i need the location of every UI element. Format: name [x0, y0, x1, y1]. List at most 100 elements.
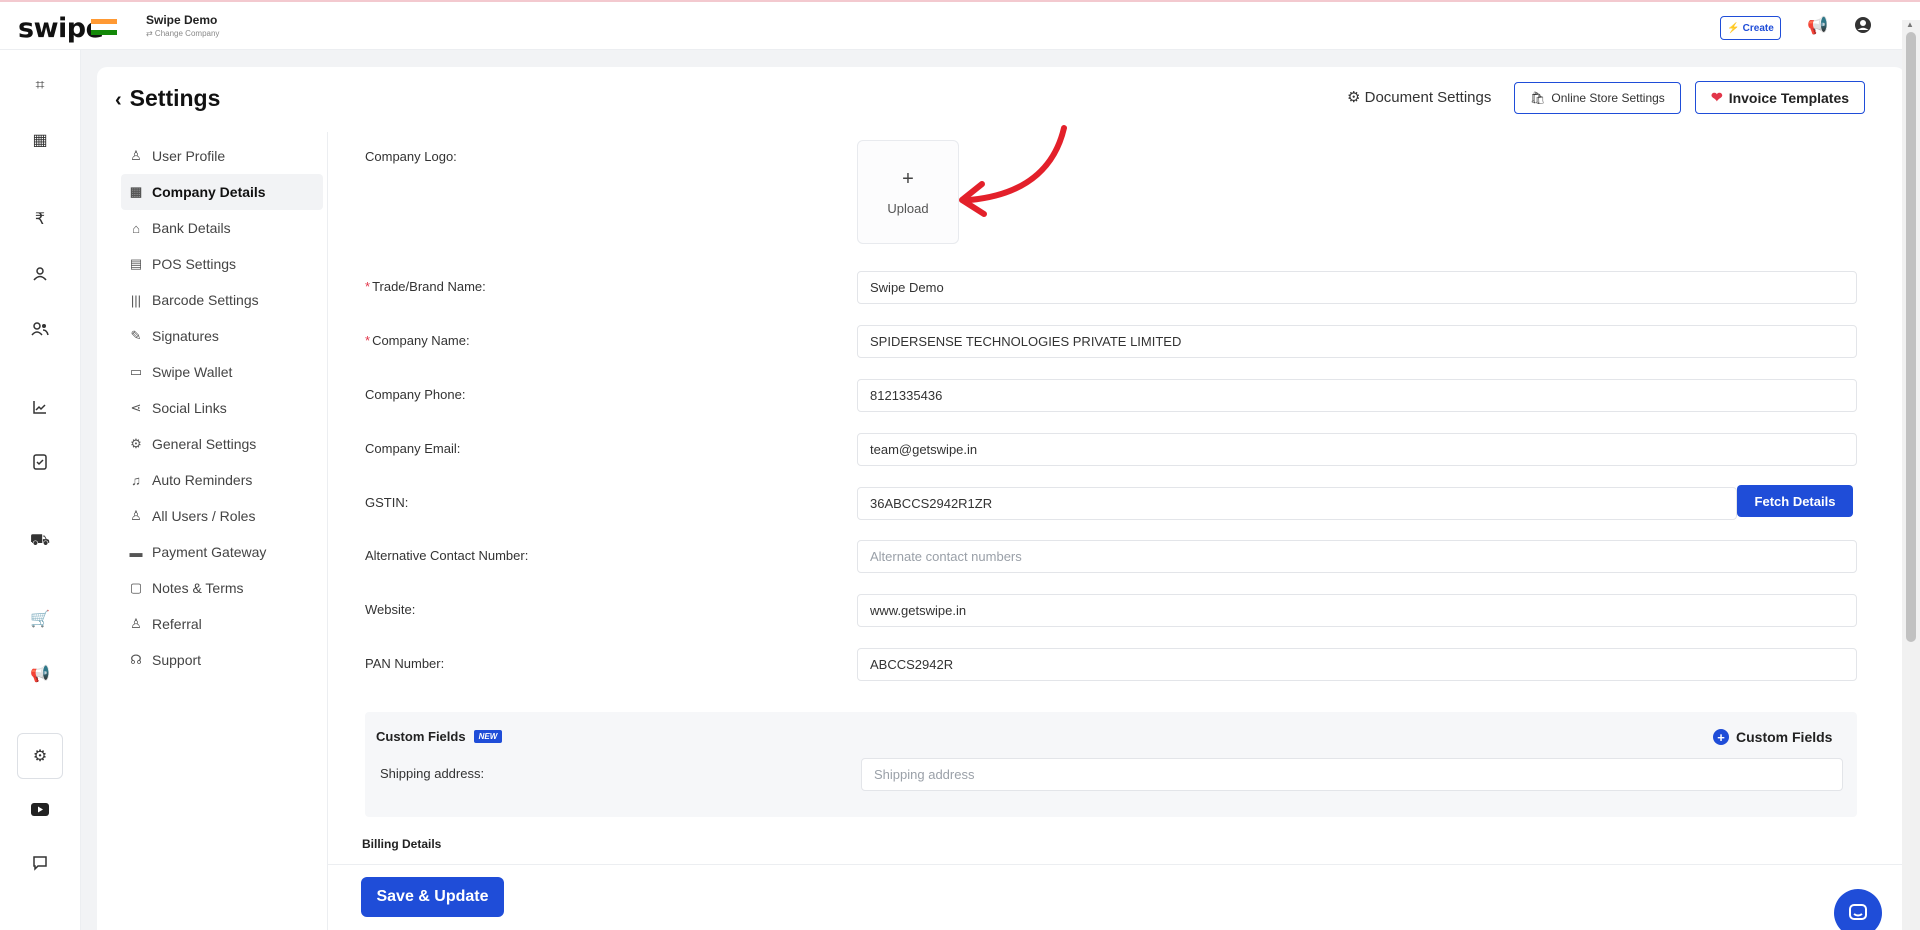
settings-card: ‹ Settings ⚙ Document Settings 🛍 Online St…	[97, 67, 1905, 930]
menu-item-label: Signatures	[152, 328, 219, 344]
menu-item-barcode-settings[interactable]: ||| Barcode Settings	[121, 282, 323, 318]
shipping-address-input[interactable]: Shipping address	[861, 758, 1843, 791]
company-name: Swipe Demo	[146, 13, 218, 27]
analytics-icon[interactable]	[26, 393, 54, 421]
page-scrollbar[interactable]: ▲	[1902, 20, 1920, 930]
settings-menu: ♙ User Profile ▦ Company Details ⌂ Bank Detai…	[121, 138, 323, 678]
menu-item-referral[interactable]: ♙ Referral	[121, 606, 323, 642]
menu-item-all-users-roles[interactable]: ♙ All Users / Roles	[121, 498, 323, 534]
youtube-icon[interactable]	[26, 795, 54, 823]
dashboard-icon[interactable]: ▦	[26, 126, 54, 154]
change-company-link[interactable]: ⇄ Change Company	[146, 29, 219, 38]
top-bar: swipe Swipe Demo ⇄ Change Company ⚡ Crea…	[0, 0, 1920, 50]
website-input[interactable]: www.getswipe.in	[857, 594, 1857, 627]
store-icon[interactable]: 🛒	[26, 605, 54, 633]
menu-item-company-details[interactable]: ▦ Company Details	[121, 174, 323, 210]
add-custom-field-button[interactable]: + Custom Fields	[1713, 729, 1832, 745]
menu-item-bank-details[interactable]: ⌂ Bank Details	[121, 210, 323, 246]
annotation-arrow-icon	[959, 125, 1067, 217]
menu-divider	[327, 132, 328, 930]
alt-contact-input[interactable]: Alternate contact numbers	[857, 540, 1857, 573]
menu-item-payment-gateway[interactable]: ▬ Payment Gateway	[121, 534, 323, 570]
pos-icon: ▤	[129, 256, 143, 271]
menu-item-user-profile[interactable]: ♙ User Profile	[121, 138, 323, 174]
gstin-input[interactable]: 36ABCCS2942R1ZR	[857, 487, 1737, 520]
company-name-input[interactable]: SPIDERSENSE TECHNOLOGIES PRIVATE LIMITED	[857, 325, 1857, 358]
wallet-icon: ▭	[129, 364, 143, 379]
settings-icon[interactable]: ⚙	[17, 733, 63, 779]
back-chevron-icon[interactable]: ‹	[115, 89, 122, 111]
company-email-label: Company Email:	[365, 441, 461, 456]
user-icon: ♙	[130, 148, 142, 163]
scan-icon[interactable]: ⌗	[26, 72, 54, 100]
india-flag-icon	[91, 19, 117, 35]
menu-item-label: General Settings	[152, 436, 257, 452]
menu-item-support[interactable]: ☊ Support	[121, 642, 323, 678]
company-phone-label: Company Phone:	[365, 387, 466, 402]
users-icon[interactable]	[26, 315, 54, 343]
company-email-input[interactable]: team@getswipe.in	[857, 433, 1857, 466]
trade-name-label: * Trade/Brand Name:	[365, 279, 486, 294]
menu-item-label: Referral	[152, 616, 202, 632]
footer-bar	[328, 864, 1905, 930]
save-update-button[interactable]: Save & Update	[361, 877, 504, 917]
megaphone-icon[interactable]: 📢	[26, 660, 54, 688]
invoice-templates-button[interactable]: ❤ Invoice Templates	[1695, 81, 1865, 114]
menu-item-social-links[interactable]: ⋖ Social Links	[121, 390, 323, 426]
menu-item-label: Barcode Settings	[152, 292, 259, 308]
bank-icon: ⌂	[132, 220, 140, 236]
heart-icon: ❤	[1710, 89, 1723, 105]
gstin-label: GSTIN:	[365, 495, 409, 510]
menu-item-signatures[interactable]: ✎ Signatures	[121, 318, 323, 354]
plus-circle-icon: +	[1713, 729, 1729, 745]
menu-item-general-settings[interactable]: ⚙ General Settings	[121, 426, 323, 462]
fetch-details-button[interactable]: Fetch Details	[1737, 485, 1853, 517]
share-icon: ⋖	[130, 400, 142, 415]
bell-icon: ♫	[131, 472, 141, 488]
megaphone-icon[interactable]: 📢	[1807, 16, 1828, 36]
company-switcher[interactable]: Swipe Demo ⇄ Change Company	[146, 13, 219, 38]
card-icon: ▬	[129, 544, 143, 560]
online-store-settings-button[interactable]: 🛍 Online Store Settings	[1514, 82, 1681, 114]
gear-icon: ⚙	[130, 436, 142, 451]
user-icon[interactable]	[26, 260, 54, 288]
lightning-icon: ⚡	[1727, 22, 1740, 34]
page-title[interactable]: ‹ Settings	[115, 85, 220, 112]
website-label: Website:	[365, 602, 416, 617]
create-button[interactable]: ⚡ Create	[1720, 16, 1781, 40]
signature-icon: ✎	[130, 328, 142, 343]
logo-upload-button[interactable]: + Upload	[857, 140, 959, 244]
menu-item-label: Company Details	[152, 184, 266, 200]
gear-icon: ⚙	[1347, 89, 1361, 106]
document-icon[interactable]	[26, 448, 54, 476]
chat-support-icon[interactable]	[1834, 889, 1882, 930]
new-badge: NEW	[473, 730, 503, 743]
scrollbar-thumb[interactable]	[1906, 32, 1916, 642]
menu-item-auto-reminders[interactable]: ♫ Auto Reminders	[121, 462, 323, 498]
pan-label: PAN Number:	[365, 656, 445, 671]
team-icon: ♙	[130, 508, 142, 523]
referral-icon: ♙	[130, 616, 142, 631]
company-phone-input[interactable]: 8121335436	[857, 379, 1857, 412]
scroll-up-icon[interactable]: ▲	[1906, 20, 1914, 29]
company-name-label: * Company Name:	[365, 333, 470, 348]
chat-icon[interactable]	[26, 849, 54, 877]
menu-item-label: Notes & Terms	[152, 580, 244, 596]
trade-name-input[interactable]: Swipe Demo	[857, 271, 1857, 304]
menu-item-pos-settings[interactable]: ▤ POS Settings	[121, 246, 323, 282]
headset-icon: ☊	[130, 652, 142, 667]
custom-fields-panel: Custom Fields NEW + Custom Fields Shippi…	[365, 712, 1857, 817]
document-settings-link[interactable]: ⚙ Document Settings	[1347, 88, 1491, 106]
store-icon: 🛍	[1530, 91, 1546, 105]
menu-item-notes-terms[interactable]: ▢ Notes & Terms	[121, 570, 323, 606]
account-icon[interactable]	[1854, 16, 1872, 39]
pan-input[interactable]: ABCCS2942R	[857, 648, 1857, 681]
rupee-icon[interactable]: ₹	[26, 205, 54, 233]
building-icon: ▦	[129, 184, 143, 199]
menu-item-label: Swipe Wallet	[152, 364, 233, 380]
menu-item-label: Support	[152, 652, 202, 668]
truck-icon[interactable]: ⛟	[26, 527, 54, 555]
alt-contact-label: Alternative Contact Number:	[365, 548, 529, 563]
menu-item-label: Auto Reminders	[152, 472, 253, 488]
menu-item-swipe-wallet[interactable]: ▭ Swipe Wallet	[121, 354, 323, 390]
